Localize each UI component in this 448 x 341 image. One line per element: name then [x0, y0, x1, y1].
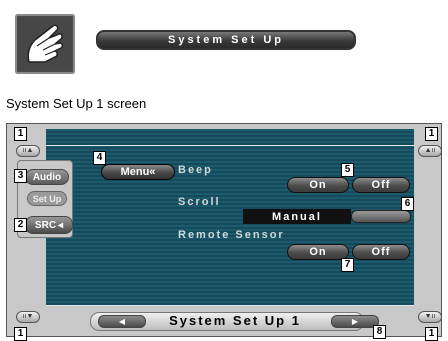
remote-sensor-on-button[interactable]: On [287, 244, 349, 260]
callout-6: 6 [401, 197, 414, 211]
scroll-mode-value[interactable]: Manual [243, 209, 351, 224]
src-button[interactable]: SRC ◂ [25, 216, 73, 234]
callout-4: 4 [93, 151, 106, 165]
audio-button[interactable]: Audio [25, 169, 69, 185]
arrow-left-icon: ◂ [58, 219, 64, 231]
callout-5: 5 [341, 163, 354, 177]
arrow-left-icon: ◀ [118, 317, 126, 326]
scroll-label: Scroll [178, 196, 221, 208]
callout-2: 2 [14, 218, 27, 232]
callout-8: 8 [373, 325, 386, 339]
callout-1: 1 [425, 327, 438, 341]
remote-sensor-off-button[interactable]: Off [352, 244, 410, 260]
callout-7: 7 [341, 258, 354, 272]
panel-bottom-line [46, 305, 414, 306]
scroll-up-right-button[interactable]: ▲ıı [418, 145, 442, 157]
arrow-right-icon: ▶ [351, 317, 359, 326]
header-title: System Set Up [96, 30, 356, 50]
src-label: SRC [34, 219, 57, 231]
beep-label: Beep [178, 164, 213, 176]
hand-pointer-icon [15, 14, 75, 74]
screen-caption: System Set Up 1 screen [6, 96, 147, 111]
previous-page-button[interactable]: ◀ [98, 315, 146, 328]
scroll-down-right-button[interactable]: ▼ıı [418, 311, 442, 323]
remote-sensor-label: Remote Sensor [178, 229, 285, 241]
beep-on-button[interactable]: On [287, 177, 349, 193]
panel-top-line [46, 145, 414, 146]
scroll-mode-bar[interactable] [351, 210, 411, 223]
callout-1: 1 [425, 127, 438, 141]
next-page-button[interactable]: ▶ [331, 315, 379, 328]
scroll-down-left-button[interactable]: ıı▼ [16, 311, 40, 323]
callout-1: 1 [14, 127, 27, 141]
setup-button[interactable]: Set Up [27, 191, 67, 206]
scroll-up-left-button[interactable]: ıı▲ [16, 145, 40, 157]
menu-button[interactable]: Menu« [101, 164, 175, 180]
beep-off-button[interactable]: Off [352, 177, 410, 193]
page-title: System Set Up 1 [169, 313, 301, 328]
callout-3: 3 [14, 169, 27, 183]
callout-1: 1 [14, 327, 27, 341]
